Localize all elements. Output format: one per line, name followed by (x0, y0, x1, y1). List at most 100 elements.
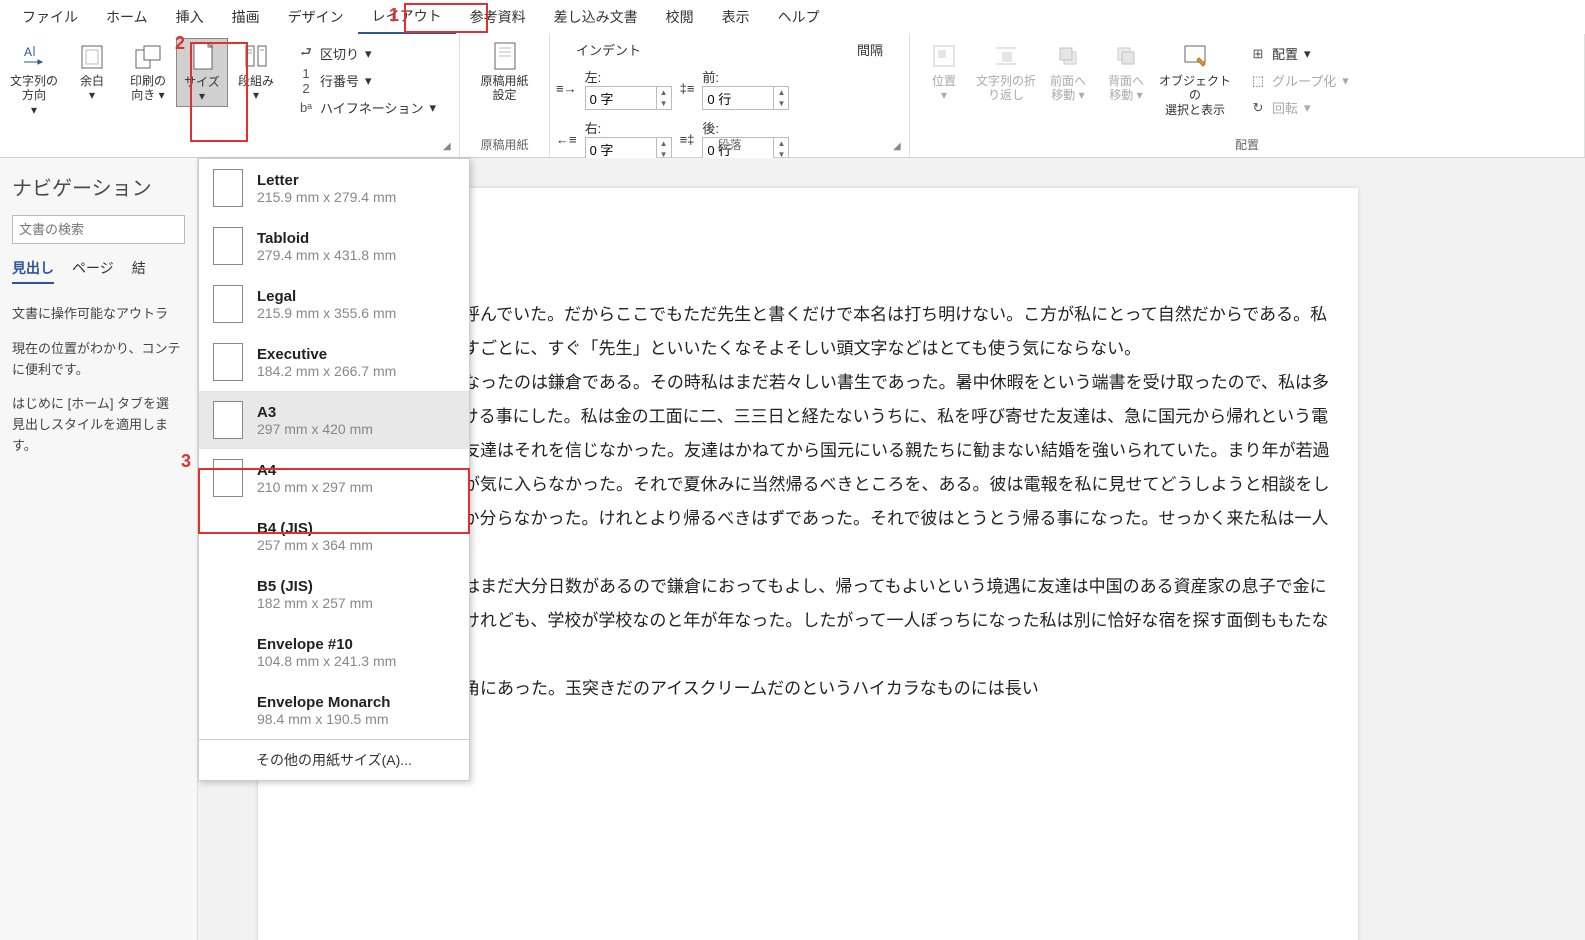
indent-left-icon: ≡→ (556, 81, 577, 96)
group-paragraph: インデント 間隔 ≡→ 左: ▲▼ ‡≡ 前: ▲▼ ←≡ 右: ▲▼ ≡‡ 後… (550, 34, 910, 157)
size-item-legal[interactable]: Legal215.9 mm x 355.6 mm (199, 275, 469, 333)
hyphenation-icon: bᵃ (298, 100, 314, 116)
size-item-b5[interactable]: B5 (JIS)182 mm x 257 mm (199, 565, 469, 623)
size-item-tabloid[interactable]: Tabloid279.4 mm x 431.8 mm (199, 217, 469, 275)
size-dims: 104.8 mm x 241.3 mm (257, 653, 396, 669)
menu-review[interactable]: 校閲 (652, 1, 708, 33)
indent-left-up[interactable]: ▲ (657, 87, 671, 98)
margins-icon (76, 40, 108, 72)
menu-home[interactable]: ホーム (92, 1, 162, 33)
forward-icon (1052, 40, 1084, 72)
selection-pane-button[interactable]: オブジェクトの選択と表示 (1156, 38, 1234, 119)
hyphenation-button[interactable]: bᵃ ハイフネーション ▾ (290, 96, 444, 119)
orientation-label: 印刷の向き ▾ (130, 74, 166, 103)
size-item-a3[interactable]: A3297 mm x 420 mm (199, 391, 469, 449)
line-numbers-button[interactable]: 12 行番号 ▾ (290, 69, 444, 92)
page-icon (213, 169, 243, 207)
backward-label: 背面へ移動 ▾ (1108, 74, 1144, 103)
spacing-before-spinner[interactable]: ▲▼ (702, 86, 789, 110)
line-numbers-icon: 12 (298, 73, 314, 89)
size-dims: 182 mm x 257 mm (257, 595, 373, 611)
orientation-button[interactable]: 印刷の向き ▾ (122, 38, 174, 105)
align-icon: ⊞ (1250, 46, 1266, 62)
menubar: ファイル ホーム 挿入 描画 デザイン レイアウト 参考資料 差し込み文書 校閲… (0, 0, 1585, 34)
position-button: 位置▾ (916, 38, 972, 105)
nav-tab-headings[interactable]: 見出し (12, 258, 54, 284)
forward-button: 前面へ移動 ▾ (1040, 38, 1096, 105)
menu-draw[interactable]: 描画 (218, 1, 274, 33)
group-manuscript: 原稿用紙設定 原稿用紙 (460, 34, 550, 157)
group-arrange: 位置▾ 文字列の折り返し 前面へ移動 ▾ 背面へ移動 ▾ オブジェクトの選択と表… (910, 34, 1585, 157)
size-dims: 257 mm x 364 mm (257, 537, 373, 553)
indent-header: インデント (576, 40, 641, 59)
group-arrange-label: 配置 (910, 136, 1584, 153)
menu-help[interactable]: ヘルプ (764, 1, 834, 33)
size-item-letter[interactable]: Letter215.9 mm x 279.4 mm (199, 159, 469, 217)
annotation-2: 2 (175, 33, 185, 54)
size-label: Letter (257, 172, 396, 189)
menu-file[interactable]: ファイル (8, 1, 92, 33)
annotation-1: 1 (389, 5, 399, 26)
indent-left-input[interactable] (586, 89, 656, 108)
backward-button: 背面へ移動 ▾ (1098, 38, 1154, 105)
manuscript-button[interactable]: 原稿用紙設定 (466, 38, 543, 105)
margins-button[interactable]: 余白▾ (64, 38, 120, 105)
breaks-icon: ⮐ (298, 46, 314, 62)
size-label: Envelope #10 (257, 636, 396, 653)
more-paper-sizes[interactable]: その他の用紙サイズ(A)... (199, 739, 469, 780)
navigation-pane: ナビゲーション 見出し ページ 結 文書に操作可能なアウトラ 現在の位置がわかり… (0, 158, 198, 940)
paragraph-launcher[interactable]: ◢ (893, 141, 905, 153)
align-button[interactable]: ⊞配置 ▾ (1242, 42, 1357, 65)
nav-help-text-2: 現在の位置がわかり、コンテに便利です。 (12, 339, 185, 381)
size-item-monarch[interactable]: Envelope Monarch98.4 mm x 190.5 mm (199, 681, 469, 739)
page-icon (213, 401, 243, 439)
size-item-executive[interactable]: Executive184.2 mm x 266.7 mm (199, 333, 469, 391)
menu-insert[interactable]: 挿入 (162, 1, 218, 33)
rotate-icon: ↻ (1250, 100, 1266, 116)
indent-left-spinner[interactable]: ▲▼ (585, 86, 672, 110)
breaks-button[interactable]: ⮐ 区切り ▾ (290, 42, 444, 65)
menu-mailings[interactable]: 差し込み文書 (540, 1, 652, 33)
navigation-search-input[interactable] (12, 215, 185, 244)
size-dims: 279.4 mm x 431.8 mm (257, 247, 396, 263)
orientation-icon (132, 40, 164, 72)
nav-tab-results[interactable]: 結 (132, 258, 146, 284)
text-direction-button[interactable]: A 文字列の方向▾ (6, 38, 62, 119)
size-dims: 215.9 mm x 355.6 mm (257, 305, 396, 321)
position-label: 位置▾ (932, 74, 956, 103)
size-dims: 98.4 mm x 190.5 mm (257, 711, 390, 727)
page-icon (213, 227, 243, 265)
menu-view[interactable]: 表示 (708, 1, 764, 33)
size-label: A3 (257, 404, 373, 421)
navigation-tabs: 見出し ページ 結 (12, 258, 185, 284)
line-numbers-label: 行番号 (320, 71, 359, 90)
annotation-2-box (190, 42, 248, 142)
size-label: B5 (JIS) (257, 578, 373, 595)
wrap-button: 文字列の折り返し (974, 38, 1038, 105)
spacing-header: 間隔 (857, 40, 883, 59)
spacing-before-icon: ‡≡ (680, 81, 695, 96)
page-setup-launcher[interactable]: ◢ (443, 141, 455, 153)
group-button: ⬚グループ化 ▾ (1242, 69, 1357, 92)
group-label: グループ化 (1272, 71, 1336, 90)
group-icon: ⬚ (1250, 73, 1266, 89)
manuscript-label: 原稿用紙設定 (480, 74, 528, 103)
backward-icon (1110, 40, 1142, 72)
indent-right-label: 右: (585, 121, 602, 136)
selection-pane-icon (1179, 40, 1211, 72)
spacing-before-label: 前: (702, 70, 719, 85)
size-item-env10[interactable]: Envelope #10104.8 mm x 241.3 mm (199, 623, 469, 681)
menu-design[interactable]: デザイン (274, 1, 358, 33)
nav-tab-pages[interactable]: ページ (72, 258, 114, 284)
text-direction-label: 文字列の方向▾ (10, 74, 58, 117)
size-dims: 215.9 mm x 279.4 mm (257, 189, 396, 205)
nav-help-text-3: はじめに [ホーム] タブを選見出しスタイルを適用します。 (12, 394, 185, 456)
indent-left-down[interactable]: ▼ (657, 98, 671, 109)
spacing-before-input[interactable] (703, 89, 773, 108)
indent-left-label: 左: (585, 70, 602, 85)
size-label: Tabloid (257, 230, 396, 247)
size-dims: 184.2 mm x 266.7 mm (257, 363, 396, 379)
spacing-before-up[interactable]: ▲ (774, 87, 788, 98)
size-label: Executive (257, 346, 396, 363)
spacing-before-down[interactable]: ▼ (774, 98, 788, 109)
